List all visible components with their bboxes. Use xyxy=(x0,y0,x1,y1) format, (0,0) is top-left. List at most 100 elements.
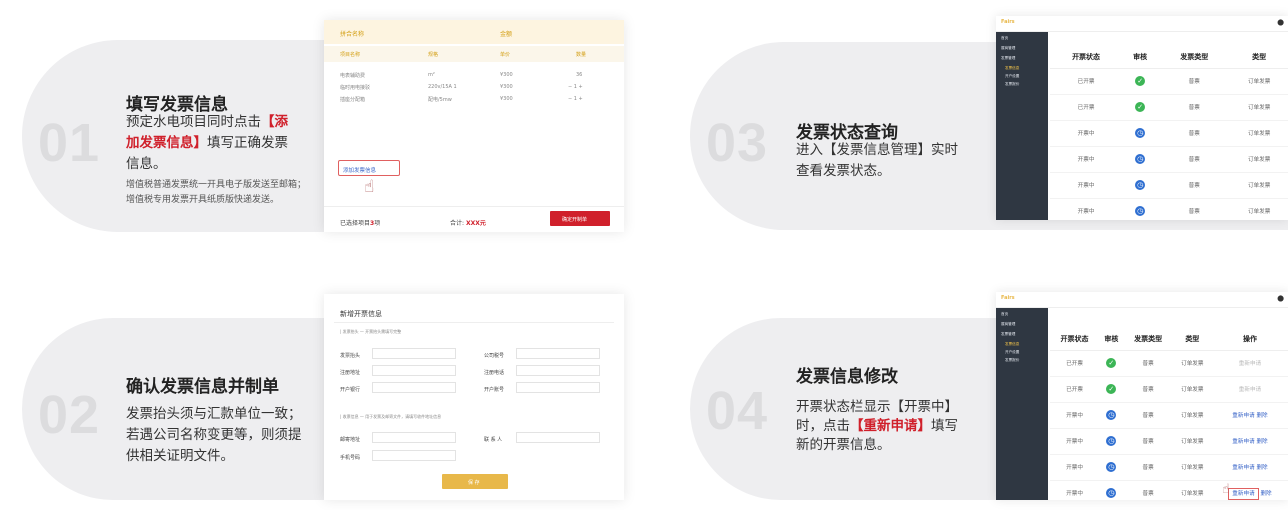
order-cell: ¥300 xyxy=(500,84,513,90)
order-cell: m² xyxy=(428,72,435,78)
selected-items-count: 已选择项目3项 xyxy=(340,220,381,227)
step2-description: 发票抬头须与汇款单位一致；若遇公司名称变更等，则须提供相关证明文件。 xyxy=(126,406,302,464)
quantity-stepper[interactable]: − 1 + xyxy=(568,84,583,90)
delete-link[interactable]: 删除 xyxy=(1256,439,1267,445)
sidebar-item[interactable]: 开户设置 xyxy=(1005,350,1019,355)
add-invoice-info-link[interactable]: 添加发票信息 xyxy=(338,160,400,176)
order-cell: 配电/5mw xyxy=(428,97,452,103)
table-row: 开票中 ◷ 普票 订单发票 重新申请 删除 xyxy=(1050,402,1288,429)
form-section-title: | 发票抬头 — 开票抬头需填写完整 xyxy=(340,329,402,334)
order-cell: 电表辅助费 xyxy=(340,73,366,79)
order-head-right: 金额 xyxy=(500,31,513,38)
step4-description: 开票状态栏显示【开票中】时，点击【重新申请】填写新的开票信息。 xyxy=(796,399,958,453)
order-col: 项目名称 xyxy=(340,52,361,58)
invoice-title-input[interactable] xyxy=(372,348,456,359)
col-header: 审核 xyxy=(1099,328,1124,351)
step2-number: 02 xyxy=(38,385,101,445)
sidebar-item[interactable]: 首页 xyxy=(1001,36,1008,41)
col-header: 开票状态 xyxy=(1050,328,1100,351)
save-button[interactable]: 保 存 xyxy=(442,474,508,489)
mobile-number-input[interactable] xyxy=(372,450,456,461)
step3-number: 03 xyxy=(706,113,769,173)
step1-note: 增值税普通发票统一开具电子版发送至邮箱；增值税专用发票开具纸质版快递发送。 xyxy=(126,180,307,205)
field-label: 开户账号 xyxy=(484,387,505,393)
sidebar-item-invoice-info[interactable]: 发票信息 xyxy=(1005,342,1019,347)
field-label: 发票抬头 xyxy=(340,353,361,359)
reapply-link-disabled: 重新申请 xyxy=(1238,361,1262,367)
quantity-stepper[interactable]: − 1 + xyxy=(568,96,583,102)
tax-number-input[interactable] xyxy=(516,348,600,359)
invoice-table: 开票状态 审核 发票类型 类型 已开票 ✓ 普票 订单发票 已开票 ✓ 普票 订单发票 开票中 ◷ 普… xyxy=(1050,46,1288,220)
reapply-link[interactable]: 重新申请 xyxy=(1232,439,1254,445)
table-row: 开票中 ◷ 普票 订单发票 重新申请 删除 xyxy=(1050,454,1288,481)
pointer-hand-icon: ☝ xyxy=(1222,482,1230,497)
table-row: 开票中 ◷ 普票 订单发票 xyxy=(1050,120,1288,147)
bank-account-input[interactable] xyxy=(516,382,600,393)
delete-link[interactable]: 删除 xyxy=(1256,413,1267,419)
step2-title: 确认发票信息并制单 xyxy=(126,377,279,397)
pending-clock-icon: ◷ xyxy=(1135,154,1146,164)
mailing-address-input[interactable] xyxy=(372,432,456,443)
col-header: 审核 xyxy=(1122,46,1159,69)
new-invoice-form: 新增开票信息 | 发票抬头 — 开票抬头需填写完整 发票抬头 公司税号 注册地址… xyxy=(324,294,624,500)
col-header: 开票状态 xyxy=(1050,46,1123,69)
col-header: 操作 xyxy=(1211,328,1288,351)
registered-phone-input[interactable] xyxy=(516,365,600,376)
table-row: 已开票 ✓ 普票 订单发票 xyxy=(1050,68,1288,95)
reapply-link[interactable]: 重新申请 xyxy=(1232,465,1254,471)
sidebar-item[interactable]: 发票报价 xyxy=(1005,358,1019,363)
field-label: 联 系 人 xyxy=(484,437,503,443)
order-col: 数量 xyxy=(576,52,587,58)
order-cell: 插座分配箱 xyxy=(340,97,366,103)
field-label: 邮寄地址 xyxy=(340,437,361,443)
order-cell: 临时用电接驳 xyxy=(340,85,371,91)
bank-name-input[interactable] xyxy=(372,382,456,393)
delete-link[interactable]: 删除 xyxy=(1256,465,1267,471)
order-head-left: 拼合名称 xyxy=(340,31,365,38)
table-row: 开票中 ◷ 普票 订单发票 xyxy=(1050,172,1288,199)
table-row: 开票中 ◷ 普票 订单发票 重新申请 删除 xyxy=(1050,480,1288,500)
reapply-link-highlighted[interactable]: 重新申请 xyxy=(1228,488,1259,500)
table-row: 开票中 ◷ 普票 订单发票 重新申请 删除 xyxy=(1050,428,1288,455)
field-label: 注册地址 xyxy=(340,370,361,376)
form-title: 新增开票信息 xyxy=(340,310,382,318)
contact-person-input[interactable] xyxy=(516,432,600,443)
step4-number: 04 xyxy=(706,381,769,441)
step3-description: 进入【发票信息管理】实时查看发票状态。 xyxy=(796,142,958,179)
pending-clock-icon: ◷ xyxy=(1106,410,1117,420)
delete-link[interactable]: 删除 xyxy=(1260,491,1271,497)
confirm-order-button[interactable]: 确定开制单 xyxy=(550,211,610,226)
app-header: Fairs ⬤ xyxy=(996,292,1288,308)
sidebar-item[interactable]: 展商管理 xyxy=(1001,322,1015,327)
order-card: 拼合名称 金额 项目名称 规格 单价 数量 电表辅助费 m² ¥300 36 临… xyxy=(324,20,624,232)
invoice-edit-window: Fairs ⬤ 首页 展商管理 发票管理 发票信息 开户设置 发票报价 开票状态审… xyxy=(996,292,1288,500)
sidebar-item[interactable]: 开户设置 xyxy=(1005,74,1019,79)
registered-address-input[interactable] xyxy=(372,365,456,376)
pointer-hand-icon: ☝ xyxy=(364,177,375,197)
table-row: 开票中 ◷ 普票 订单发票 xyxy=(1050,146,1288,173)
col-header: 发票类型 xyxy=(1123,328,1173,351)
sidebar-item-invoice-info[interactable]: 发票信息 xyxy=(1005,66,1019,71)
sidebar-item[interactable]: 发票管理 xyxy=(1001,56,1015,61)
field-label: 手机号码 xyxy=(340,455,361,461)
field-label: 注册电话 xyxy=(484,370,505,376)
step1-number: 01 xyxy=(38,113,101,173)
pending-clock-icon: ◷ xyxy=(1135,206,1146,216)
app-sidebar: 首页 展商管理 发票管理 发票信息 开户设置 发票报价 xyxy=(996,308,1048,500)
order-cell: 220v/15A 1 xyxy=(428,84,457,90)
sidebar-item[interactable]: 发票报价 xyxy=(1005,82,1019,87)
table-row: 已开票 ✓ 普票 订单发票 重新申请 xyxy=(1050,350,1288,377)
pending-clock-icon: ◷ xyxy=(1135,128,1146,138)
app-sidebar: 首页 展商管理 发票管理 发票信息 开户设置 发票报价 xyxy=(996,32,1048,220)
sidebar-item[interactable]: 发票管理 xyxy=(1001,332,1015,337)
invoice-status-window: Fairs ⬤ 首页 展商管理 发票管理 发票信息 开户设置 发票报价 开票状态审… xyxy=(996,16,1288,220)
pending-clock-icon: ◷ xyxy=(1135,180,1146,190)
reapply-link[interactable]: 重新申请 xyxy=(1232,413,1254,419)
invoice-table: 开票状态 审核 发票类型 类型 操作 已开票 ✓ 普票 订单发票 重新申请 已开票 ✓ 普票 订单发票… xyxy=(1050,328,1288,500)
approved-check-icon: ✓ xyxy=(1106,384,1117,394)
app-header: Fairs ⬤ xyxy=(996,16,1288,32)
sidebar-item[interactable]: 首页 xyxy=(1001,312,1008,317)
sidebar-item[interactable]: 展商管理 xyxy=(1001,46,1015,51)
field-label: 开户银行 xyxy=(340,387,361,393)
step1-description: 预定水电项目同时点击【添加发票信息】填写正确发票信息。 xyxy=(126,114,288,172)
